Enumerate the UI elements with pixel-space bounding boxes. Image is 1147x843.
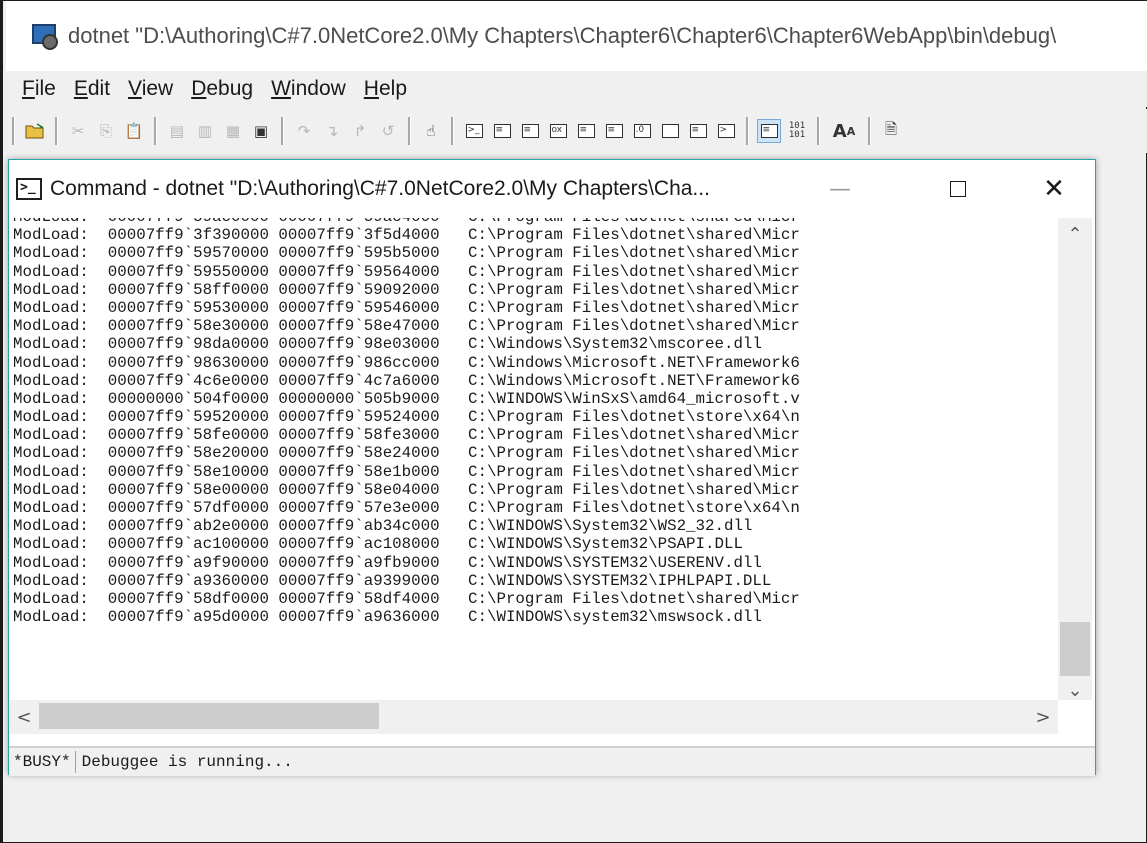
output-line: ModLoad: 00007ff9`a9f90000 00007ff9`a9fb… (13, 553, 762, 572)
output-line: ModLoad: 00007ff9`57df0000 00007ff9`57e3… (13, 499, 800, 517)
maximize-button[interactable] (933, 160, 983, 218)
busy-indicator: *BUSY* (9, 751, 76, 773)
scroll-up-arrow-icon[interactable]: ⌃ (1058, 220, 1092, 248)
toolbar-separator (868, 117, 871, 145)
source-mode-icon[interactable]: ≡ (757, 119, 781, 143)
command-window-icon[interactable]: >_ (463, 120, 485, 142)
horizontal-scrollbar[interactable]: < > (9, 700, 1058, 734)
status-message: Debuggee is running... (81, 753, 293, 771)
font-icon[interactable]: AA (829, 120, 859, 142)
step-out-icon[interactable]: ↱ (349, 120, 371, 142)
output-line: ModLoad: 00007ff9`4c6e0000 00007ff9`4c7a… (13, 371, 800, 390)
open-folder-icon[interactable] (24, 120, 46, 142)
hex-display-icon[interactable]: 101 101 (786, 120, 808, 142)
step-into-icon[interactable]: ↷ (293, 120, 315, 142)
output-line: ModLoad: 00007ff9`3f390000 00007ff9`3f5d… (13, 226, 800, 245)
windbg-app-icon (30, 22, 58, 50)
horizontal-scroll-thumb[interactable] (39, 703, 379, 729)
output-line: ModLoad: 00007ff9`58e30000 00007ff9`58e4… (13, 317, 800, 336)
minimize-button[interactable]: — (815, 160, 865, 218)
output-line: ModLoad: 00007ff9`58e20000 00007ff9`58e2… (13, 444, 800, 463)
hand-icon[interactable]: ☝ (420, 120, 442, 142)
disassembly-window-icon[interactable]: .0 (631, 120, 653, 142)
toolbar-separator (154, 117, 157, 145)
toolbar-separator (12, 117, 15, 145)
toolbar-separator (408, 117, 411, 145)
output-line: ModLoad: 00000000`504f0000 00000000`505b… (13, 389, 800, 408)
output-line: ModLoad: 00007ff9`58e10000 00007ff9`58e1… (13, 462, 800, 481)
scroll-right-arrow-icon[interactable]: > (1028, 700, 1058, 734)
scroll-down-arrow-icon[interactable]: ⌄ (1058, 676, 1092, 704)
memory-window-icon[interactable]: ≡ (575, 120, 597, 142)
step-over-icon[interactable]: ↴ (321, 120, 343, 142)
call-stack-window-icon[interactable]: ≡ (603, 120, 625, 142)
insert-breakpoint-icon[interactable]: ▤ (166, 120, 188, 142)
debugger-window: dotnet "D:\Authoring\C#7.0NetCore2.0\My … (0, 0, 1147, 843)
output-line: ModLoad: 00007ff9`59ac0000 00007ff9`59ac… (13, 218, 1057, 226)
command-window-title: Command - dotnet "D:\Authoring\C#7.0NetC… (50, 177, 710, 200)
menu-bar: File Edit View Debug Window Help (6, 71, 1147, 107)
output-line: ModLoad: 00007ff9`58fe0000 00007ff9`58fe… (13, 426, 800, 445)
processes-threads-icon[interactable]: ≡ (687, 120, 709, 142)
toolbar: ✂ ⎘ 📋 ▤ ▥ ▦ ▣ ↷ ↴ ↱ ↺ ☝ >_ ≡ ≡ ox ≡ ≡ .0… (6, 109, 1147, 153)
copy-icon[interactable]: ⎘ (95, 120, 117, 142)
output-line: ModLoad: 00007ff9`59570000 00007ff9`595b… (13, 244, 800, 263)
main-window-title: dotnet "D:\Authoring\C#7.0NetCore2.0\My … (68, 23, 1057, 48)
menu-file[interactable]: File (22, 77, 56, 101)
menu-view[interactable]: View (128, 77, 173, 101)
output-line: ModLoad: 00007ff9`ab2e0000 00007ff9`ab34… (13, 517, 753, 536)
toolbar-separator (746, 117, 749, 145)
paste-icon[interactable]: 📋 (123, 120, 145, 142)
command-output[interactable]: ModLoad: 00007ff9`59ac0000 00007ff9`59ac… (13, 218, 1057, 684)
output-line: ModLoad: 00007ff9`98da0000 00007ff9`98e0… (13, 335, 762, 354)
vertical-scrollbar[interactable]: ⌃ ⌄ (1058, 218, 1092, 701)
remove-breakpoint-icon[interactable]: ▥ (194, 120, 216, 142)
output-line: ModLoad: 00007ff9`a9360000 00007ff9`a939… (13, 571, 772, 590)
toolbar-separator (817, 117, 820, 145)
menu-help[interactable]: Help (364, 77, 407, 101)
menu-edit[interactable]: Edit (74, 77, 110, 101)
command-window-title-bar[interactable]: >_ Command - dotnet "D:\Authoring\C#7.0N… (9, 160, 1095, 218)
output-line: ModLoad: 00007ff9`58ff0000 00007ff9`5909… (13, 280, 800, 299)
output-line: ModLoad: 00007ff9`98630000 00007ff9`986c… (13, 353, 800, 372)
output-line: ModLoad: 00007ff9`59550000 00007ff9`5956… (13, 262, 800, 281)
command-prompt-icon: >_ (16, 178, 42, 200)
menu-debug[interactable]: Debug (191, 77, 253, 101)
run-to-cursor-icon[interactable]: ↺ (377, 120, 399, 142)
watch-window-icon[interactable]: ≡ (491, 120, 513, 142)
locals-window-icon[interactable]: ≡ (519, 120, 541, 142)
command-browser-icon[interactable]: > (715, 120, 737, 142)
vertical-scroll-thumb[interactable] (1060, 622, 1090, 676)
options-icon[interactable]: 🗎 (880, 120, 902, 142)
output-line: ModLoad: 00007ff9`a95d0000 00007ff9`a963… (13, 608, 762, 627)
output-line: ModLoad: 00007ff9`59520000 00007ff9`5952… (13, 408, 800, 427)
break-icon[interactable]: ▣ (250, 120, 272, 142)
command-status-bar: *BUSY* Debuggee is running... (9, 746, 1095, 776)
output-line: ModLoad: 00007ff9`58df0000 00007ff9`58df… (13, 589, 800, 608)
registers-window-icon[interactable]: ox (547, 120, 569, 142)
scratch-pad-icon[interactable] (659, 120, 681, 142)
menu-window[interactable]: Window (271, 77, 346, 101)
scroll-left-arrow-icon[interactable]: < (9, 700, 39, 734)
toolbar-separator (55, 117, 58, 145)
breakpoints-list-icon[interactable]: ▦ (222, 120, 244, 142)
output-line: ModLoad: 00007ff9`58e00000 00007ff9`58e0… (13, 480, 800, 499)
output-line: ModLoad: 00007ff9`ac100000 00007ff9`ac10… (13, 535, 743, 554)
output-line: ModLoad: 00007ff9`59530000 00007ff9`5954… (13, 298, 800, 317)
toolbar-separator (281, 117, 284, 145)
main-title-bar[interactable]: dotnet "D:\Authoring\C#7.0NetCore2.0\My … (6, 1, 1147, 71)
cut-icon[interactable]: ✂ (67, 120, 89, 142)
command-window: >_ Command - dotnet "D:\Authoring\C#7.0N… (8, 159, 1096, 776)
close-button[interactable]: ✕ (1029, 160, 1079, 218)
toolbar-separator (451, 117, 454, 145)
